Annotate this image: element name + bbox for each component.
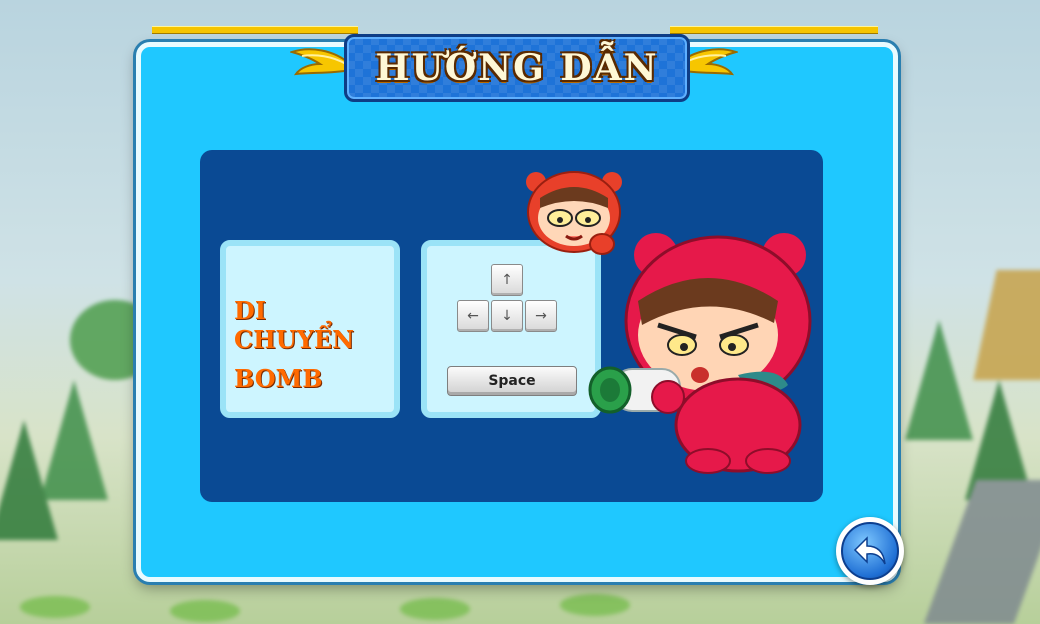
- bg-pad: [560, 594, 630, 616]
- bg-house: [973, 270, 1040, 380]
- bg-pad: [400, 598, 470, 620]
- right-arrow-key: →: [525, 300, 557, 332]
- space-key: Space: [447, 366, 577, 396]
- gold-wing-left-icon: [290, 48, 351, 76]
- title-line-left: [152, 26, 358, 34]
- move-label: DI CHUYỂN: [234, 296, 355, 354]
- labels-card: DI CHUYỂN BOMB: [220, 240, 400, 418]
- bg-tree-right: [905, 320, 973, 440]
- bg-pad: [20, 596, 90, 618]
- back-button-face[interactable]: [841, 522, 899, 580]
- bg-road: [923, 480, 1040, 624]
- bomb-label: BOMB: [234, 364, 323, 393]
- title-line-right: [670, 26, 878, 34]
- keys-card: ↑ ← ↓ → Space: [421, 240, 601, 418]
- up-arrow-key: ↑: [491, 264, 523, 296]
- back-button[interactable]: [836, 517, 904, 585]
- left-arrow-key: ←: [457, 300, 489, 332]
- bg-tree-far-left: [0, 420, 58, 540]
- back-arrow-icon: [853, 536, 886, 565]
- dialog-title: HƯỚNG DẪN: [375, 47, 659, 89]
- down-arrow-key: ↓: [491, 300, 523, 332]
- bg-pad: [170, 600, 240, 622]
- red-character-icon: [588, 233, 812, 474]
- title-banner: HƯỚNG DẪN: [344, 34, 690, 102]
